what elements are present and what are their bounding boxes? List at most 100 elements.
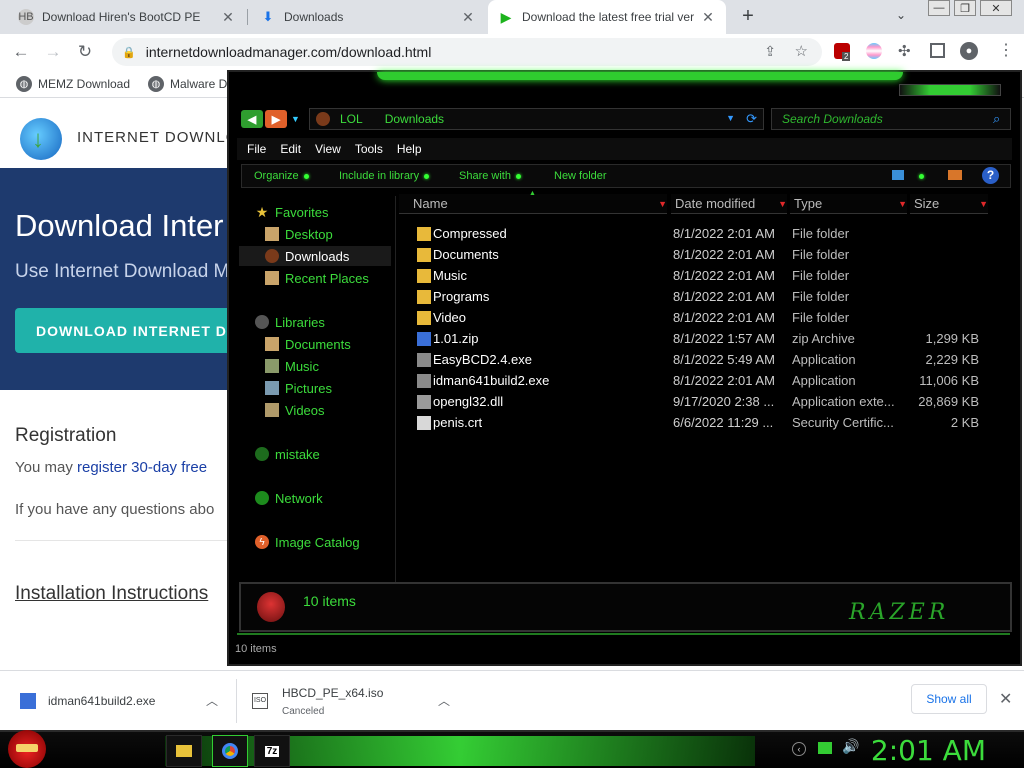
nav-lib-music[interactable]: Music bbox=[265, 356, 319, 376]
tab-title: Download Hiren's BootCD PE bbox=[42, 10, 201, 24]
back-icon[interactable]: ← bbox=[10, 42, 32, 62]
close-icon[interactable]: ✕ bbox=[460, 9, 476, 26]
pride-extension-icon[interactable] bbox=[866, 43, 882, 59]
column-name[interactable]: Name ▼ bbox=[399, 194, 667, 214]
network-tray-icon[interactable] bbox=[818, 742, 832, 754]
chrome-taskbar-icon[interactable] bbox=[212, 735, 248, 767]
column-date[interactable]: Date modified ▼ bbox=[671, 194, 787, 214]
bookmark-memz[interactable]: ◍ MEMZ Download bbox=[16, 76, 130, 92]
search-icon[interactable]: ⌕ bbox=[993, 111, 1000, 127]
side-panel-icon[interactable] bbox=[930, 43, 945, 58]
nav-image-catalog[interactable]: ϟ Image Catalog bbox=[255, 532, 360, 552]
window-caption-buttons[interactable] bbox=[899, 84, 1001, 96]
breadcrumb-lol[interactable]: LOL bbox=[340, 112, 363, 126]
chevron-up-icon[interactable]: ︿ bbox=[206, 692, 218, 709]
column-size[interactable]: Size ▼ bbox=[910, 194, 988, 214]
taskbar-clock[interactable]: 2:01 AM bbox=[871, 734, 986, 767]
breadcrumb-downloads[interactable]: Downloads bbox=[385, 112, 444, 126]
menu-icon[interactable]: ⋮ bbox=[998, 40, 1014, 60]
lock-icon[interactable]: 🔒 bbox=[122, 46, 136, 59]
tray-arrow-icon[interactable]: ‹ bbox=[792, 742, 806, 756]
address-bar[interactable]: 🔒 internetdownloadmanager.com/download.h… bbox=[112, 38, 822, 66]
start-button-angry-bird-icon[interactable] bbox=[8, 730, 46, 768]
menu-tools[interactable]: Tools bbox=[355, 142, 387, 156]
nav-libraries[interactable]: Libraries bbox=[255, 312, 325, 332]
star-icon[interactable]: ☆ bbox=[795, 42, 808, 60]
new-tab-button[interactable]: + bbox=[738, 6, 758, 26]
nav-mistake[interactable]: mistake bbox=[255, 444, 320, 464]
nav-desktop[interactable]: Desktop bbox=[265, 224, 333, 244]
7zip-taskbar-icon[interactable]: 7z bbox=[254, 735, 290, 767]
tab-downloads[interactable]: ⬇ Downloads ✕ bbox=[250, 0, 486, 34]
show-all-button[interactable]: Show all bbox=[911, 684, 987, 714]
share-icon[interactable]: ⇪ bbox=[764, 43, 776, 60]
extensions-icon[interactable]: ✣ bbox=[898, 42, 911, 60]
download-idm-button[interactable]: DOWNLOAD INTERNET DO bbox=[15, 308, 230, 353]
forward-icon[interactable]: ▶ bbox=[265, 110, 287, 128]
nav-lib-videos[interactable]: Videos bbox=[265, 400, 325, 420]
file-row[interactable]: Video 8/1/2022 2:01 AM File folder bbox=[409, 308, 1009, 328]
file-row[interactable]: Documents 8/1/2022 2:01 AM File folder bbox=[409, 245, 1009, 265]
preview-pane-icon[interactable] bbox=[948, 170, 962, 180]
search-input[interactable]: Search Downloads bbox=[771, 108, 1011, 130]
nav-recent-places[interactable]: Recent Places bbox=[265, 268, 369, 288]
profile-icon[interactable]: ● bbox=[960, 42, 978, 60]
file-row[interactable]: penis.crt 6/6/2022 11:29 ... Security Cert… bbox=[409, 413, 1009, 433]
register-link[interactable]: register 30-day free bbox=[77, 459, 207, 476]
explorer-window[interactable]: ◀ ▶ ▼ LOL Downloads ▼ ⟳ Search Downloads… bbox=[227, 70, 1022, 666]
nav-network[interactable]: Network bbox=[255, 488, 323, 508]
address-bar[interactable]: LOL Downloads ▼ ⟳ bbox=[309, 108, 764, 130]
menu-edit[interactable]: Edit bbox=[280, 142, 305, 156]
installation-heading[interactable]: Installation Instructions bbox=[15, 583, 208, 605]
nav-label: Libraries bbox=[275, 314, 325, 330]
volume-icon[interactable]: 🔊 bbox=[842, 738, 859, 755]
download-item-hbcd[interactable]: ISO HBCD_PE_x64.iso Canceled ︿ bbox=[252, 679, 462, 723]
download-item-idm[interactable]: idman641build2.exe ︿ bbox=[20, 679, 230, 723]
column-type[interactable]: Type ▼ bbox=[790, 194, 907, 214]
chevron-up-icon[interactable]: ︿ bbox=[438, 692, 450, 709]
forward-icon[interactable]: → bbox=[42, 42, 64, 62]
tab-idm[interactable]: ▶ Download the latest free trial ver ✕ bbox=[488, 0, 726, 34]
nav-lib-documents[interactable]: Documents bbox=[265, 334, 351, 354]
view-dropdown-icon[interactable] bbox=[919, 174, 924, 179]
refresh-icon[interactable]: ⟳ bbox=[746, 111, 757, 127]
column-dropdown-icon[interactable]: ▼ bbox=[979, 199, 988, 209]
menu-file[interactable]: File bbox=[247, 142, 270, 156]
recent-pages-icon[interactable]: ▼ bbox=[291, 114, 300, 124]
nav-lib-pictures[interactable]: Pictures bbox=[265, 378, 332, 398]
extension-shield-icon[interactable]: 2 bbox=[834, 43, 851, 61]
view-icon[interactable] bbox=[892, 170, 904, 180]
file-explorer-taskbar-icon[interactable] bbox=[166, 735, 202, 767]
file-row[interactable]: idman641build2.exe 8/1/2022 2:01 AM Applic… bbox=[409, 371, 1009, 391]
back-icon[interactable]: ◀ bbox=[241, 110, 263, 128]
column-dropdown-icon[interactable]: ▼ bbox=[898, 199, 907, 209]
tab-hirens[interactable]: HB Download Hiren's BootCD PE ✕ bbox=[8, 0, 246, 34]
close-icon[interactable]: ✕ bbox=[220, 9, 236, 26]
file-row[interactable]: EasyBCD2.4.exe 8/1/2022 5:49 AM Applicatio… bbox=[409, 350, 1009, 370]
file-row[interactable]: Music 8/1/2022 2:01 AM File folder bbox=[409, 266, 1009, 286]
help-icon[interactable]: ? bbox=[982, 167, 999, 184]
column-dropdown-icon[interactable]: ▼ bbox=[778, 199, 787, 209]
reload-icon[interactable]: ↻ bbox=[74, 42, 96, 62]
bookmark-malware[interactable]: ◍ Malware D bbox=[148, 76, 227, 92]
share-with-button[interactable]: Share with bbox=[459, 170, 521, 182]
file-row[interactable]: opengl32.dll 9/17/2020 2:38 ... Applicatio… bbox=[409, 392, 1009, 412]
menu-view[interactable]: View bbox=[315, 142, 345, 156]
maximize-icon[interactable]: ❐ bbox=[954, 0, 976, 16]
file-row[interactable]: Compressed 8/1/2022 2:01 AM File folder bbox=[409, 224, 1009, 244]
file-row[interactable]: 1.01.zip 8/1/2022 1:57 AM zip Archive 1,299… bbox=[409, 329, 1009, 349]
tab-search-icon[interactable]: ⌄ bbox=[896, 8, 906, 22]
menu-help[interactable]: Help bbox=[397, 142, 426, 156]
minimize-icon[interactable]: — bbox=[928, 0, 950, 16]
organize-button[interactable]: Organize bbox=[254, 170, 309, 182]
new-folder-button[interactable]: New folder bbox=[554, 170, 607, 182]
nav-favorites[interactable]: ★ Favorites bbox=[255, 202, 329, 222]
file-row[interactable]: Programs 8/1/2022 2:01 AM File folder bbox=[409, 287, 1009, 307]
close-icon[interactable]: ✕ bbox=[999, 689, 1012, 709]
column-dropdown-icon[interactable]: ▼ bbox=[658, 199, 667, 209]
close-window-icon[interactable]: ✕ bbox=[980, 0, 1012, 16]
include-library-button[interactable]: Include in library bbox=[339, 170, 430, 182]
nav-downloads[interactable]: Downloads bbox=[239, 246, 391, 266]
close-icon[interactable]: ✕ bbox=[700, 9, 716, 26]
address-dropdown-icon[interactable]: ▼ bbox=[726, 113, 735, 123]
